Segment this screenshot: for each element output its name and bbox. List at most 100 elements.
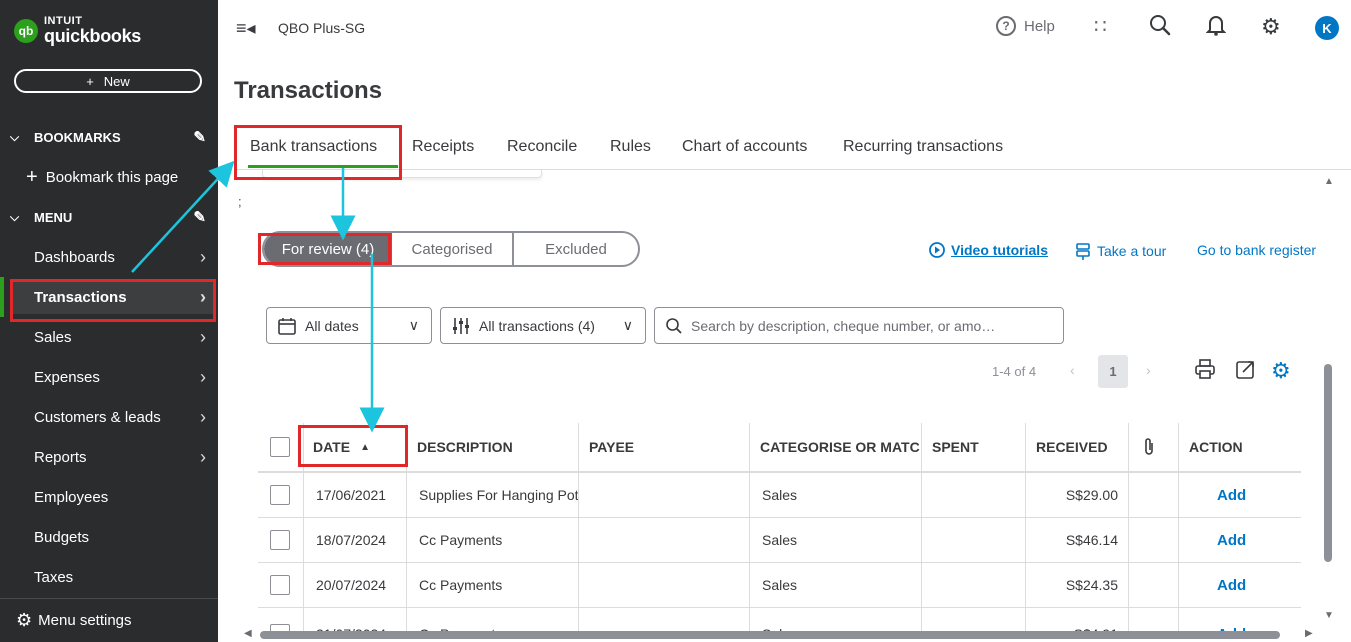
scroll-left-arrow-icon[interactable]: ◀: [244, 628, 252, 639]
sidebar-item-label: Dashboards: [34, 248, 115, 266]
cell-date: 18/07/2024: [316, 532, 387, 548]
chevron-down-icon: ⌵: [10, 209, 20, 224]
chevron-down-icon: ∨: [622, 317, 633, 333]
sidebar-item-label: Customers & leads: [34, 408, 161, 426]
tab-chart-of-accounts[interactable]: Chart of accounts: [682, 138, 807, 156]
sidebar-item-employees[interactable]: Employees: [10, 480, 214, 514]
go-to-bank-register-link[interactable]: Go to bank register: [1197, 242, 1316, 258]
vertical-scrollbar-thumb[interactable]: [1324, 364, 1332, 562]
transaction-type-value: All transactions (4): [479, 317, 595, 334]
sidebar-item-label: Sales: [34, 328, 72, 346]
bookmarks-section-header[interactable]: ⌵ BOOKMARKS ✎: [10, 127, 210, 147]
column-header-spent[interactable]: SPENT: [932, 423, 979, 471]
bookmark-this-page[interactable]: + Bookmark this page: [26, 167, 178, 187]
add-button[interactable]: Add: [1217, 563, 1246, 607]
cell-category[interactable]: Sales: [762, 563, 797, 607]
row-checkbox[interactable]: [270, 518, 290, 562]
column-header-payee[interactable]: PAYEE: [589, 423, 634, 471]
cell-category[interactable]: Sales: [762, 518, 797, 562]
sidebar-item-taxes[interactable]: Taxes: [10, 560, 214, 594]
scroll-down-arrow-icon[interactable]: ▼: [1324, 610, 1334, 621]
menu-settings-label: Menu settings: [38, 612, 132, 629]
column-header-description[interactable]: DESCRIPTION: [417, 423, 513, 471]
edit-pencil-icon[interactable]: ✎: [193, 128, 206, 146]
tab-reconcile[interactable]: Reconcile: [507, 138, 577, 156]
column-header-categorise-or-match[interactable]: CATEGORISE OR MATCH: [760, 423, 920, 471]
sidebar-item-budgets[interactable]: Budgets: [10, 520, 214, 554]
video-tutorials-link[interactable]: Video tutorials: [929, 242, 1048, 258]
sidebar-item-expenses[interactable]: Expenses ›: [10, 360, 214, 394]
add-button[interactable]: Add: [1217, 473, 1246, 517]
highlight-box-bank-transactions-tab: [234, 125, 402, 180]
search-icon[interactable]: [1149, 14, 1171, 42]
help-label: Help: [1024, 17, 1055, 35]
cell-category[interactable]: Sales: [762, 473, 797, 517]
chevron-right-icon: ›: [200, 446, 206, 467]
gear-icon[interactable]: ⚙: [1271, 358, 1291, 384]
tab-rules[interactable]: Rules: [610, 138, 651, 156]
cell-description[interactable]: Cc Payments: [419, 518, 579, 562]
tab-receipts[interactable]: Receipts: [412, 138, 474, 156]
sidebar-item-reports[interactable]: Reports ›: [10, 440, 214, 474]
print-icon[interactable]: [1194, 358, 1216, 386]
date-filter-value: All dates: [305, 317, 359, 334]
search-icon: [666, 317, 682, 334]
segment-excluded[interactable]: Excluded: [514, 233, 638, 265]
cell-description[interactable]: Supplies For Hanging Pots: [419, 473, 579, 517]
bookmarks-heading: BOOKMARKS: [34, 129, 121, 145]
search-input[interactable]: Search by description, cheque number, or…: [654, 307, 1064, 344]
company-name: QBO Plus-SG: [278, 20, 366, 36]
cell-date: 17/06/2021: [316, 487, 387, 503]
column-divider: [749, 423, 750, 633]
sidebar-item-label: Expenses: [34, 368, 100, 386]
horizontal-scrollbar-thumb[interactable]: [260, 631, 1280, 639]
sidebar-item-dashboards[interactable]: Dashboards ›: [10, 240, 214, 274]
table-row[interactable]: 20/07/2024 Cc Payments Sales S$24.35 Add: [258, 563, 1301, 608]
column-divider: [921, 423, 922, 633]
scroll-up-arrow-icon[interactable]: ▲: [1324, 176, 1334, 187]
apps-grid-icon[interactable]: ∷: [1094, 14, 1107, 39]
select-all-checkbox[interactable]: [270, 423, 290, 471]
highlight-box-transactions-menu: [10, 279, 216, 322]
segment-categorised[interactable]: Categorised: [392, 233, 514, 265]
table-row[interactable]: 17/06/2021 Supplies For Hanging Pots Sal…: [258, 473, 1301, 518]
column-header-received[interactable]: RECEIVED: [1036, 423, 1108, 471]
column-header-action: ACTION: [1189, 439, 1243, 455]
highlight-box-date-header: [298, 425, 408, 467]
bell-icon[interactable]: [1205, 14, 1227, 42]
sidebar-item-label: Reports: [34, 448, 87, 466]
row-checkbox[interactable]: [270, 473, 290, 517]
export-icon[interactable]: [1235, 358, 1257, 386]
sidebar-item-customers-leads[interactable]: Customers & leads ›: [10, 400, 214, 434]
edit-pencil-icon[interactable]: ✎: [193, 208, 206, 226]
chevron-right-icon[interactable]: ›: [1146, 362, 1151, 378]
page-number-button[interactable]: 1: [1098, 355, 1128, 388]
avatar[interactable]: K: [1315, 16, 1339, 40]
add-button[interactable]: Add: [1217, 518, 1246, 562]
transaction-type-filter[interactable]: All transactions (4) ∨: [440, 307, 646, 344]
menu-section-header[interactable]: ⌵ MENU ✎: [10, 207, 210, 227]
new-button[interactable]: + New: [14, 69, 202, 93]
menu-settings-button[interactable]: ⚙ Menu settings: [0, 598, 218, 642]
tab-recurring-transactions[interactable]: Recurring transactions: [843, 138, 1003, 156]
collapse-menu-icon[interactable]: ≡◂: [236, 18, 256, 39]
help-button[interactable]: ? Help: [996, 16, 1055, 36]
qb-logo-icon: qb: [14, 18, 38, 43]
date-filter-dropdown[interactable]: All dates ∨: [266, 307, 432, 344]
gear-icon: ⚙: [16, 610, 33, 630]
row-checkbox[interactable]: [270, 563, 290, 607]
cell-received: S$29.00: [1065, 487, 1118, 503]
cell-description[interactable]: Cc Payments: [419, 563, 579, 607]
gear-icon[interactable]: ⚙: [1261, 14, 1281, 40]
take-a-tour-label: Take a tour: [1097, 243, 1167, 259]
page-title: Transactions: [234, 77, 383, 104]
sliders-icon: [453, 317, 469, 334]
sidebar-item-sales[interactable]: Sales ›: [10, 320, 214, 354]
take-a-tour-link[interactable]: Take a tour: [1075, 242, 1166, 260]
bookmark-this-page-label: Bookmark this page: [45, 168, 179, 186]
cell-received: S$24.35: [1065, 577, 1118, 593]
chevron-left-icon[interactable]: ‹: [1070, 362, 1075, 378]
scroll-right-arrow-icon[interactable]: ▶: [1305, 628, 1313, 639]
quickbooks-logo[interactable]: qb INTUIT quickbooks: [14, 16, 141, 45]
table-row[interactable]: 18/07/2024 Cc Payments Sales S$46.14 Add: [258, 518, 1301, 563]
